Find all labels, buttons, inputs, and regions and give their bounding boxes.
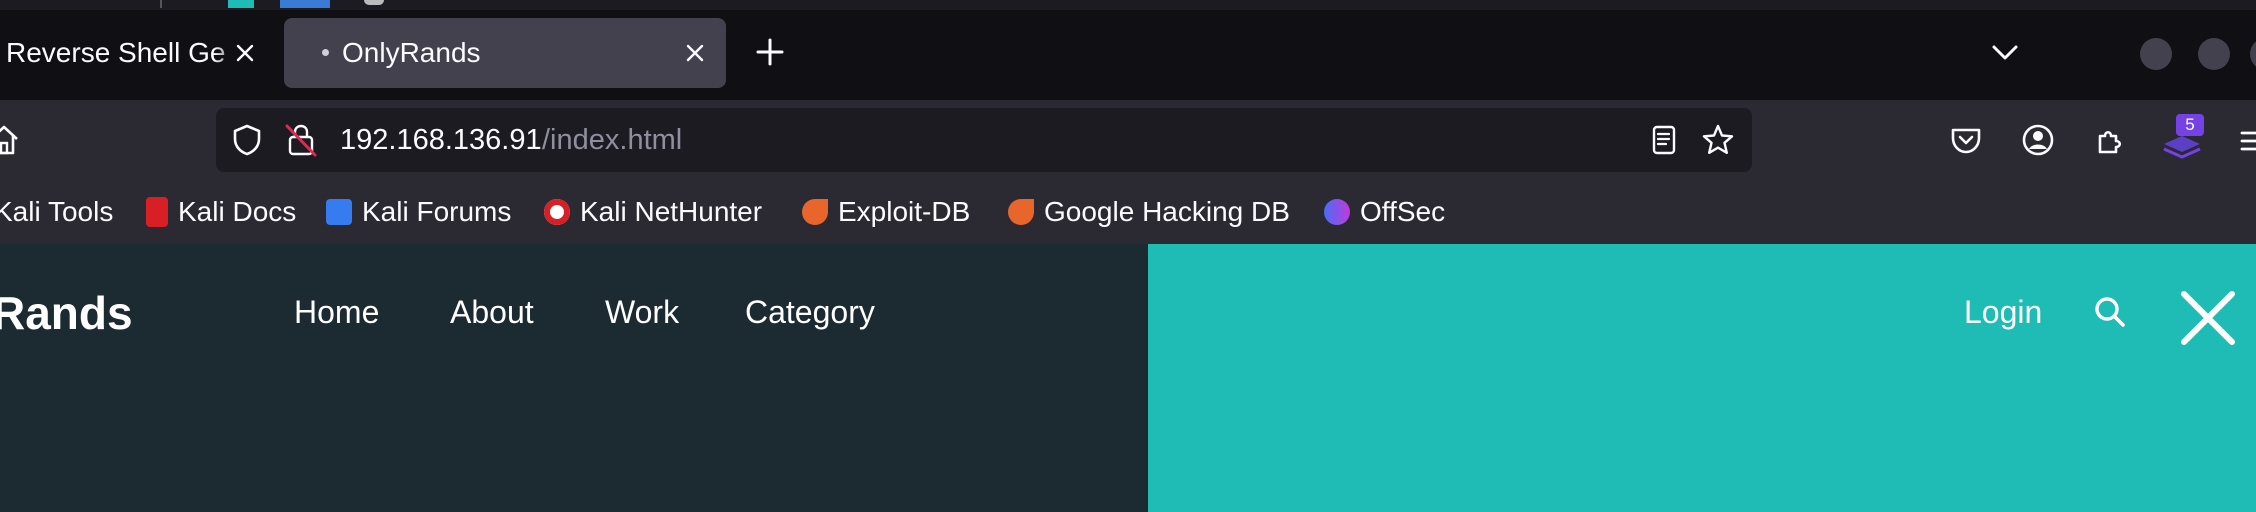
tab-title: Reverse Shell Ge [6,37,226,68]
exploit-db-icon [802,199,828,225]
kali-forums-icon [326,199,352,225]
tab-dot-icon [322,49,329,56]
bookmarks-toolbar: Kali Tools Kali Docs Kali Forums Kali Ne… [0,182,2256,244]
home-icon[interactable] [0,122,22,158]
bookmark-star-icon[interactable] [1700,122,1736,158]
bookmark-label: Google Hacking DB [1044,196,1290,227]
extension-badge: 5 [2176,114,2204,136]
bookmark-kali-forums[interactable]: Kali Forums [326,192,511,232]
bookmark-kali-tools[interactable]: Kali Tools [0,192,113,232]
url-host: 192.168.136.91 [340,124,542,156]
strip-mark [228,0,254,8]
bookmark-exploit-db[interactable]: Exploit-DB [802,192,970,232]
bookmark-kali-docs[interactable]: Kali Docs [146,192,296,232]
kali-docs-icon [146,197,168,227]
bookmark-label: Kali Tools [0,196,114,227]
bookmark-label: Kali Forums [362,196,512,227]
page-content: Rands Home About Work Category Login [0,244,2256,512]
chevron-down-icon[interactable] [1988,38,2022,68]
window-maximize-button[interactable] [2198,38,2230,70]
tab-bar: Reverse Shell Ge OnlyRands [0,10,2256,100]
new-tab-button[interactable] [750,32,790,72]
site-brand[interactable]: Rands [0,286,133,340]
ghdb-icon [1008,199,1034,225]
extension-button[interactable]: 5 [2160,114,2208,162]
close-menu-icon[interactable] [2178,288,2238,348]
nav-home[interactable]: Home [294,292,379,332]
nav-toolbar: 192.168.136.91 /index.html 5 [0,100,2256,182]
reader-view-icon[interactable] [1646,123,1680,157]
shield-icon[interactable] [230,123,264,157]
strip-mark [364,0,384,5]
bookmark-kali-nethunter[interactable]: Kali NetHunter [544,192,762,232]
tab-onlyrands[interactable]: OnlyRands [284,18,726,88]
extensions-icon[interactable] [2092,122,2128,158]
close-icon[interactable] [680,38,710,68]
account-icon[interactable] [2020,122,2056,158]
bookmark-google-hacking-db[interactable]: Google Hacking DB [1008,192,1290,232]
strip-mark [280,0,330,8]
bookmark-label: Kali NetHunter [580,196,763,227]
url-path: /index.html [542,124,683,156]
nav-about[interactable]: About [450,292,534,332]
nav-category[interactable]: Category [745,292,875,332]
nethunter-icon [544,199,570,225]
window-minimize-button[interactable] [2140,38,2172,70]
nav-work[interactable]: Work [605,292,679,332]
bookmark-label: Exploit-DB [838,196,971,227]
tab-reverse-shell[interactable]: Reverse Shell Ge [0,18,270,88]
window-top-strip [0,0,2256,10]
bookmark-label: OffSec [1360,196,1446,227]
strip-mark [160,0,162,8]
url-bar[interactable]: 192.168.136.91 /index.html [216,108,1752,172]
window-close-button[interactable] [2250,38,2256,70]
bookmark-offsec[interactable]: OffSec [1324,192,1445,232]
offsec-icon [1324,199,1350,225]
pocket-icon[interactable] [1948,122,1984,158]
hamburger-menu-icon[interactable] [2236,126,2256,156]
site-header-left: Rands Home About Work Category [0,244,1148,512]
search-icon[interactable] [2092,294,2128,330]
login-link[interactable]: Login [1964,292,2042,332]
plus-icon [756,38,784,66]
site-header-right: Login [1148,244,2256,512]
close-icon[interactable] [230,38,260,68]
insecure-lock-icon[interactable] [284,122,318,158]
tab-title: OnlyRands [342,37,481,68]
bookmark-label: Kali Docs [178,196,297,227]
